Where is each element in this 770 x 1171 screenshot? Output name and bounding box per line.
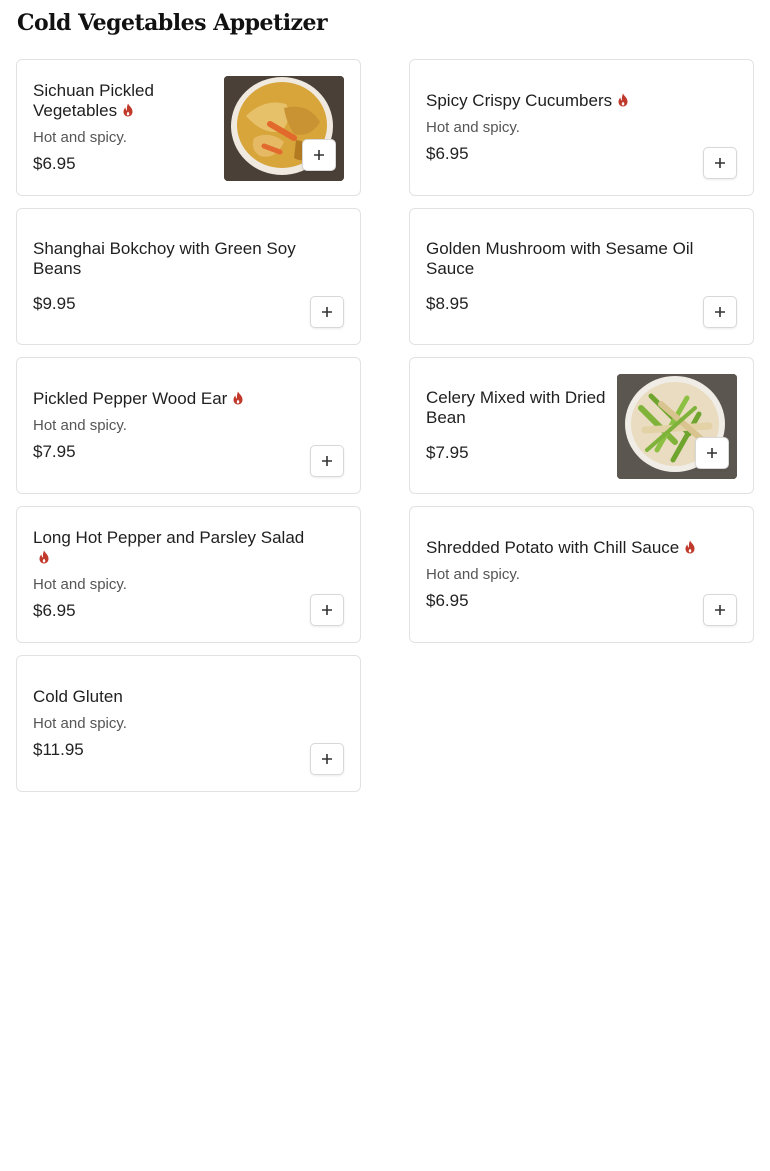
item-description: Hot and spicy. bbox=[33, 416, 127, 434]
plus-icon bbox=[322, 605, 332, 615]
menu-item-card[interactable]: Spicy Crispy Cucumbers Hot and spicy. $6… bbox=[409, 59, 754, 196]
add-item-button[interactable] bbox=[703, 594, 737, 626]
item-name: Sichuan Pickled Vegetables bbox=[33, 80, 154, 120]
celery-dried-bean-photo[interactable] bbox=[617, 374, 737, 479]
item-price: $9.95 bbox=[33, 293, 76, 313]
item-description: Hot and spicy. bbox=[33, 575, 127, 593]
add-item-button[interactable] bbox=[695, 437, 729, 469]
item-name: Shredded Potato with Chill Sauce bbox=[426, 537, 680, 557]
item-price: $6.95 bbox=[33, 600, 76, 620]
plus-icon bbox=[322, 456, 332, 466]
menu-item-card[interactable]: Celery Mixed with Dried Bean $7.95 bbox=[409, 357, 754, 494]
flame-icon bbox=[233, 391, 243, 404]
plus-icon bbox=[322, 754, 332, 764]
item-name: Pickled Pepper Wood Ear bbox=[33, 388, 228, 408]
item-name: Spicy Crispy Cucumbers bbox=[426, 90, 613, 110]
add-item-button[interactable] bbox=[703, 296, 737, 328]
item-name: Golden Mushroom with Sesame Oil Sauce bbox=[426, 238, 694, 278]
item-description: Hot and spicy. bbox=[426, 118, 520, 136]
item-price: $7.95 bbox=[426, 442, 469, 462]
flame-icon bbox=[618, 93, 628, 106]
plus-icon bbox=[715, 307, 725, 317]
menu-item-card[interactable]: Shredded Potato with Chill Sauce Hot and… bbox=[409, 506, 754, 643]
menu-item-card[interactable]: Sichuan Pickled Vegetables Hot and spicy… bbox=[16, 59, 361, 196]
item-price: $8.95 bbox=[426, 293, 469, 313]
plus-icon bbox=[715, 158, 725, 168]
menu-item-card[interactable]: Long Hot Pepper and Parsley Salad Hot an… bbox=[16, 506, 361, 643]
flame-icon bbox=[123, 103, 133, 116]
plus-icon bbox=[322, 307, 332, 317]
item-name: Cold Gluten bbox=[33, 686, 123, 706]
section-title: Cold Vegetables Appetizer bbox=[17, 10, 328, 36]
item-description: Hot and spicy. bbox=[33, 128, 127, 146]
flame-icon bbox=[685, 540, 695, 553]
menu-item-card[interactable]: Golden Mushroom with Sesame Oil Sauce $8… bbox=[409, 208, 754, 345]
add-item-button[interactable] bbox=[302, 139, 336, 171]
item-price: $6.95 bbox=[426, 590, 469, 610]
menu-item-card[interactable]: Pickled Pepper Wood Ear Hot and spicy. $… bbox=[16, 357, 361, 494]
menu-item-card[interactable]: Shanghai Bokchoy with Green Soy Beans $9… bbox=[16, 208, 361, 345]
item-price: $7.95 bbox=[33, 441, 76, 461]
menu-item-card[interactable]: Cold Gluten Hot and spicy. $11.95 bbox=[16, 655, 361, 792]
add-item-button[interactable] bbox=[703, 147, 737, 179]
add-item-button[interactable] bbox=[310, 594, 344, 626]
item-name: Celery Mixed with Dried Bean bbox=[426, 387, 606, 427]
plus-icon bbox=[715, 605, 725, 615]
item-price: $6.95 bbox=[33, 153, 76, 173]
item-price: $11.95 bbox=[33, 739, 84, 759]
flame-icon bbox=[39, 550, 49, 563]
item-name: Shanghai Bokchoy with Green Soy Beans bbox=[33, 238, 296, 278]
add-item-button[interactable] bbox=[310, 743, 344, 775]
add-item-button[interactable] bbox=[310, 445, 344, 477]
item-price: $6.95 bbox=[426, 143, 469, 163]
item-description: Hot and spicy. bbox=[426, 565, 520, 583]
plus-icon bbox=[314, 150, 324, 160]
item-description: Hot and spicy. bbox=[33, 714, 127, 732]
item-name: Long Hot Pepper and Parsley Salad bbox=[33, 527, 305, 547]
plus-icon bbox=[707, 448, 717, 458]
add-item-button[interactable] bbox=[310, 296, 344, 328]
pickled-vegetables-photo[interactable] bbox=[224, 76, 344, 181]
